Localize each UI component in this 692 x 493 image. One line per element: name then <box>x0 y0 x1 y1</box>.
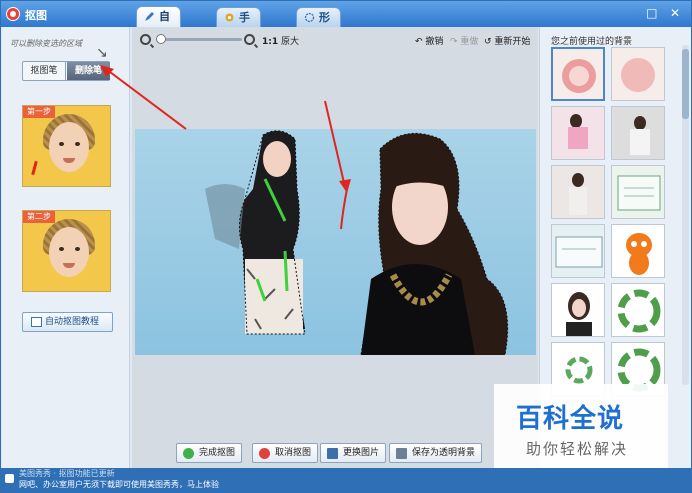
tutorial-button-label: 自动抠图教程 <box>45 317 100 327</box>
watermark-title: 百科全说 <box>516 404 625 434</box>
save-transparent-button[interactable]: 保存为透明背景 <box>389 443 483 463</box>
example-image-face <box>49 227 89 277</box>
cancel-cutout-label: 取消抠图 <box>275 448 312 458</box>
certificate-image <box>555 236 603 268</box>
background-thumbnail[interactable] <box>611 224 665 278</box>
certificate-image <box>617 175 661 211</box>
background-thumbnail[interactable] <box>611 165 665 219</box>
woman-photo-image <box>630 116 650 155</box>
step-two-example: 第二步 <box>22 210 111 292</box>
redo-button[interactable]: ↷ 重做 <box>450 34 478 47</box>
annotation-arrow <box>324 100 351 193</box>
example-image-eye <box>59 142 64 146</box>
title-bar: 抠图 自动抠图 手动抠图 形状抠图 □ ✕ <box>1 1 691 84</box>
background-thumbnail[interactable] <box>551 224 605 278</box>
cancel-icon <box>259 448 270 459</box>
background-thumbnail[interactable] <box>611 283 665 337</box>
background-thumbnail[interactable] <box>611 47 665 101</box>
background-history-title: 您之前使用过的背景 <box>551 37 633 47</box>
status-message[interactable]: 网吧、办公室用户无须下载即可使用美图秀秀，马上体验 <box>19 479 219 490</box>
finish-cutout-button[interactable]: 完成抠图 <box>176 443 243 463</box>
shape-icon <box>304 12 315 23</box>
woman-photo-image <box>566 292 592 336</box>
tab-auto-cutout[interactable]: 自动抠图 <box>136 6 181 83</box>
example-image-eye <box>75 142 80 146</box>
ratio-label: 原大 <box>281 37 300 47</box>
zoom-out-icon[interactable] <box>140 34 151 45</box>
action-bar: 完成抠图 取消抠图 更换图片 保存为透明背景 <box>132 441 538 465</box>
example-image-eye <box>59 247 64 251</box>
background-thumbnail[interactable] <box>551 165 605 219</box>
window-controls: □ ✕ <box>640 6 683 22</box>
background-thumbnail[interactable] <box>551 106 605 160</box>
restart-button[interactable]: ↺ 重新开始 <box>484 34 530 47</box>
watermark: 百科全说 助你轻松解决 <box>494 384 668 468</box>
lace-pattern-image <box>562 59 596 93</box>
zoom-slider-handle[interactable] <box>156 34 166 44</box>
ratio-value: 1:1 <box>262 37 279 47</box>
maximize-icon[interactable]: □ <box>644 6 660 22</box>
cancel-cutout-button[interactable]: 取消抠图 <box>252 443 319 463</box>
tutorial-button[interactable]: 自动抠图教程 <box>22 312 113 332</box>
app-window: 抠图 自动抠图 手动抠图 形状抠图 □ ✕ 可以删除变选的区域 ↘ 抠图笔 <box>0 0 692 493</box>
tab-shape-cutout[interactable]: 形状抠图 <box>296 7 341 84</box>
step-label: 第一步 <box>23 106 55 118</box>
curved-arrow-icon: ↘ <box>96 45 108 61</box>
lace-pattern-image <box>621 58 655 92</box>
status-message-previous: 美图秀秀 · 抠图功能已更新 <box>19 469 115 478</box>
redo-icon: ↷ <box>450 37 458 47</box>
book-icon <box>31 317 42 327</box>
zoom-in-icon[interactable] <box>244 34 255 45</box>
replace-image-button[interactable]: 更换图片 <box>320 443 387 463</box>
pen-icon <box>145 12 154 21</box>
finish-cutout-label: 完成抠图 <box>199 448 236 458</box>
actual-size-button[interactable]: 1:1 原大 <box>262 34 299 47</box>
close-icon[interactable]: ✕ <box>667 6 683 22</box>
mascot-image <box>626 233 652 275</box>
green-swirl-image <box>617 289 661 333</box>
canvas-toolbar: 1:1 原大 ↶ 撤销 ↷ 重做 ↺ 重新开始 <box>132 27 538 53</box>
example-image-eye <box>75 247 80 251</box>
scrollbar-thumb[interactable] <box>682 49 689 119</box>
undo-icon: ↶ <box>415 37 423 47</box>
replace-image-label: 更换图片 <box>343 448 380 458</box>
window-title: 抠图 <box>25 9 47 22</box>
image-icon <box>327 448 338 459</box>
annotation-arrow <box>100 65 187 130</box>
example-image-face <box>49 122 89 172</box>
tab-manual-cutout[interactable]: 手动抠图 <box>216 7 261 84</box>
cutout-pen-button[interactable]: 抠图笔 <box>23 62 66 80</box>
woman-photo-image <box>568 114 588 149</box>
save-icon <box>396 448 407 459</box>
woman-photo-image <box>569 173 587 215</box>
restart-icon: ↺ <box>484 37 492 47</box>
status-bar: 美图秀秀 · 抠图功能已更新 网吧、办公室用户无须下载即可使用美图秀秀，马上体验 <box>1 468 691 492</box>
restart-label: 重新开始 <box>494 37 531 47</box>
speaker-icon <box>5 474 14 483</box>
undo-label: 撤销 <box>425 37 444 47</box>
background-thumbnail[interactable] <box>551 283 605 337</box>
background-thumbnail[interactable] <box>611 106 665 160</box>
watermark-subtitle: 助你轻松解决 <box>526 440 629 458</box>
background-thumbnail[interactable] <box>551 47 605 101</box>
redo-label: 重做 <box>460 37 479 47</box>
check-icon <box>183 448 194 459</box>
example-brush-stroke <box>31 160 38 176</box>
zoom-slider-track[interactable] <box>156 38 242 41</box>
app-logo-icon <box>6 7 20 21</box>
save-transparent-label: 保存为透明背景 <box>412 448 476 458</box>
undo-button[interactable]: ↶ 撤销 <box>415 34 443 47</box>
gear-icon <box>225 13 234 22</box>
step-label: 第二步 <box>23 211 55 223</box>
